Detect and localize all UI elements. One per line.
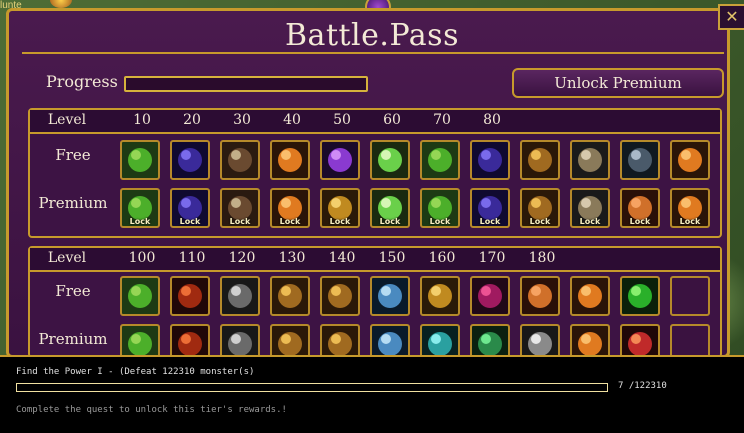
level-180: 180 (528, 250, 556, 266)
gold-orb-icon (50, 0, 72, 8)
amber-egg-icon[interactable]: Lock (270, 188, 310, 228)
quest-count: 7 /122310 (618, 381, 667, 391)
level-120: 120 (228, 250, 256, 266)
lock-label: Lock (379, 217, 401, 226)
progress-label: Progress (46, 72, 118, 91)
free-row-label: Free (55, 282, 91, 300)
level-row: Level 100 110 120 130 140 150 160 170 180 (30, 248, 720, 272)
progress-bar (124, 76, 368, 92)
lock-label: Lock (579, 217, 601, 226)
treasure-chest-icon[interactable] (320, 276, 360, 316)
level-70: 70 (433, 112, 451, 128)
green-charm-icon[interactable] (420, 140, 460, 180)
amber-egg-icon[interactable] (670, 140, 710, 180)
dark-orb-icon[interactable] (170, 140, 210, 180)
page-title: Battle.Pass (285, 18, 459, 53)
quest-title: Find the Power I - (Defeat 122310 monste… (16, 367, 255, 377)
steel-helmet-icon[interactable] (620, 140, 660, 180)
quest-progress-bar (16, 383, 608, 392)
amber-egg-icon[interactable] (270, 140, 310, 180)
level-160: 160 (428, 250, 456, 266)
unlock-premium-button[interactable]: Unlock Premium (512, 68, 724, 98)
glow-orb-icon[interactable] (370, 140, 410, 180)
level-30: 30 (233, 112, 251, 128)
treasure-chest-icon[interactable] (520, 140, 560, 180)
level-150: 150 (378, 250, 406, 266)
skull-helm-icon[interactable] (220, 276, 260, 316)
level-label: Level (47, 112, 87, 128)
orange-armor-icon[interactable] (520, 276, 560, 316)
treasure-chest-icon[interactable] (270, 276, 310, 316)
silver-key-icon[interactable]: Lock (570, 188, 610, 228)
quest-description: Complete the quest to unlock this tier's… (16, 405, 287, 415)
level-row: Level 10 20 30 40 50 60 70 80 (30, 110, 720, 134)
tier-section-2: Level 100 110 120 130 140 150 160 170 180 Free P… (28, 246, 722, 364)
dragon-eye-icon[interactable] (170, 276, 210, 316)
close-icon: ✕ (725, 7, 739, 26)
lock-label: Lock (329, 217, 351, 226)
potion-bottle-icon[interactable] (370, 276, 410, 316)
premium-row-label: Premium (38, 194, 108, 212)
level-label: Level (47, 250, 87, 266)
tier-section-1: Level 10 20 30 40 50 60 70 80 Free Premium Lock… (28, 108, 722, 238)
lock-label: Lock (129, 217, 151, 226)
green-apple-icon[interactable] (620, 276, 660, 316)
level-140: 140 (328, 250, 356, 266)
lock-label: Lock (529, 217, 551, 226)
green-charm-icon[interactable] (120, 140, 160, 180)
quest-tooltip: Find the Power I - (Defeat 122310 monste… (0, 355, 744, 433)
crimson-orb-icon[interactable] (470, 276, 510, 316)
level-110: 110 (178, 250, 206, 266)
free-row-label: Free (55, 146, 91, 164)
purple-chest-icon[interactable] (320, 140, 360, 180)
level-20: 20 (183, 112, 201, 128)
amber-egg-icon[interactable]: Lock (670, 188, 710, 228)
level-170: 170 (478, 250, 506, 266)
green-charm-icon[interactable]: Lock (120, 188, 160, 228)
bone-armor-icon[interactable]: Lock (220, 188, 260, 228)
lock-label: Lock (429, 217, 451, 226)
level-60: 60 (383, 112, 401, 128)
level-40: 40 (283, 112, 301, 128)
lock-label: Lock (679, 217, 701, 226)
premium-row-label: Premium (38, 330, 108, 348)
lock-label: Lock (629, 217, 651, 226)
glow-orb-icon[interactable]: Lock (370, 188, 410, 228)
gold-chest-icon[interactable]: Lock (320, 188, 360, 228)
dark-orb-icon[interactable] (470, 140, 510, 180)
level-100: 100 (128, 250, 156, 266)
treasure-chest-icon[interactable]: Lock (520, 188, 560, 228)
bone-armor-icon[interactable] (220, 140, 260, 180)
lock-label: Lock (229, 217, 251, 226)
level-130: 130 (278, 250, 306, 266)
empty-slot-icon[interactable] (670, 276, 710, 316)
dark-orb-icon[interactable]: Lock (170, 188, 210, 228)
gold-chest-icon[interactable] (420, 276, 460, 316)
green-charm-icon[interactable]: Lock (420, 188, 460, 228)
orange-armor-icon[interactable]: Lock (620, 188, 660, 228)
green-charm-icon[interactable] (120, 276, 160, 316)
lock-label: Lock (179, 217, 201, 226)
close-button[interactable]: ✕ (718, 4, 744, 30)
level-80: 80 (483, 112, 501, 128)
level-10: 10 (133, 112, 151, 128)
dark-orb-icon[interactable]: Lock (470, 188, 510, 228)
lock-label: Lock (279, 217, 301, 226)
lock-label: Lock (479, 217, 501, 226)
silver-key-icon[interactable] (570, 140, 610, 180)
level-50: 50 (333, 112, 351, 128)
amber-egg-icon[interactable] (570, 276, 610, 316)
